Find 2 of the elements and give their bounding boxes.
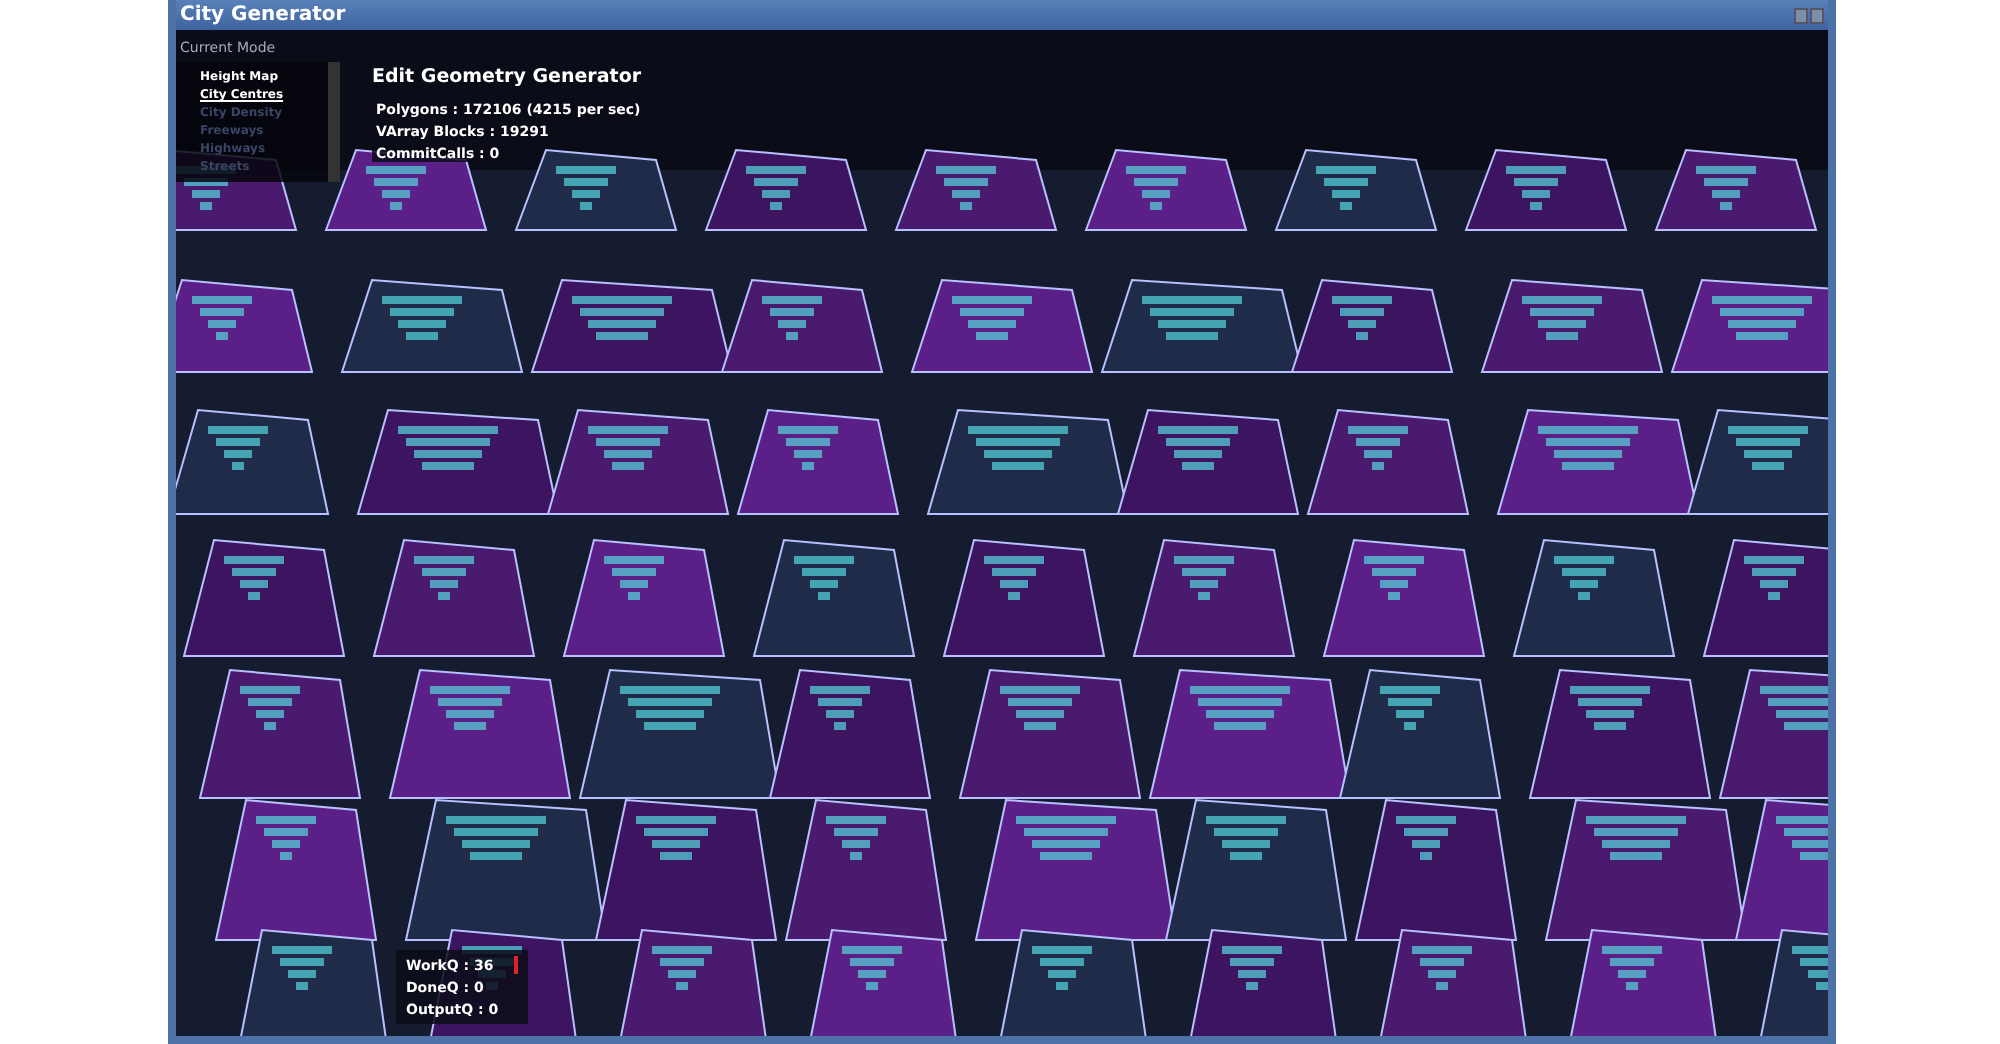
window-title: City Generator <box>178 4 346 26</box>
generator-title: Edit Geometry Generator <box>372 66 644 88</box>
